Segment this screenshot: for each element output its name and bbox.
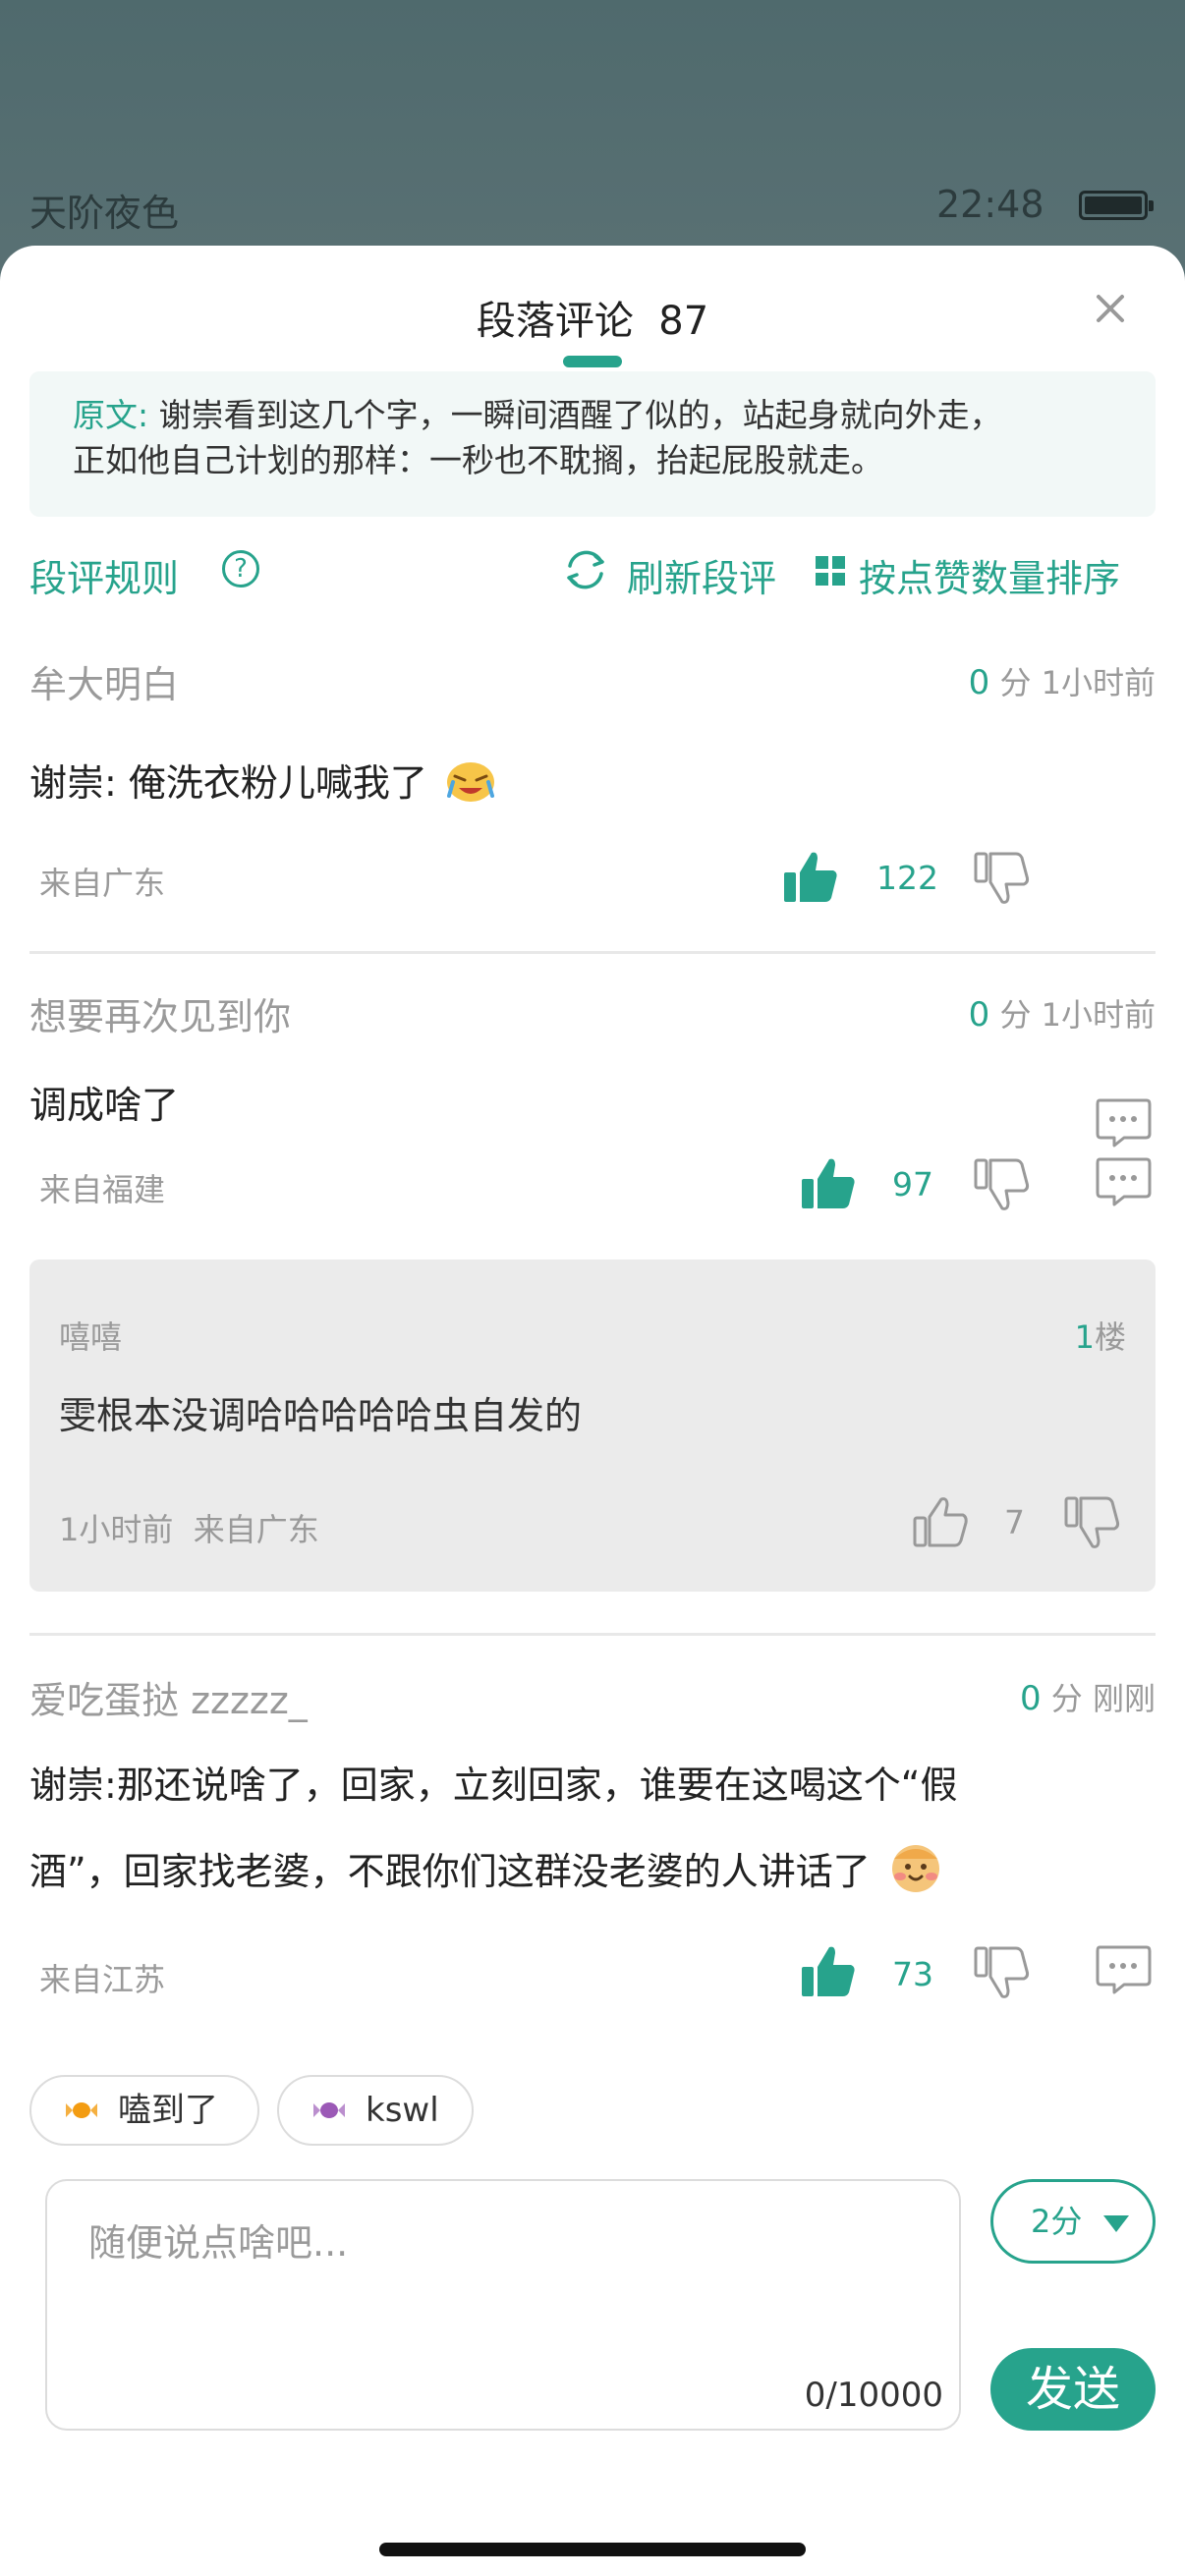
- divider: [29, 951, 1156, 954]
- refresh-comments-button[interactable]: 刷新段评: [627, 548, 776, 602]
- score-dropdown-label: 2分: [1031, 2203, 1083, 2240]
- sheet-title: 段落评论 87: [0, 289, 1185, 346]
- chip-kswl[interactable]: kswl: [277, 2075, 474, 2146]
- comment-3-score: 0: [1019, 1679, 1042, 1718]
- tiger-emoji: [891, 1845, 939, 1892]
- comment-3-location: 来自江苏: [39, 1961, 166, 1998]
- comment-3-like-count: 73: [892, 1955, 933, 1993]
- comment-1-meta: 0 分 1小时前: [969, 658, 1156, 703]
- like-outline-icon[interactable]: [912, 1495, 969, 1548]
- comment-1-text: 谢崇: 俺洗衣粉儿喊我了: [29, 761, 427, 805]
- comment-2-meta: 0 分 1小时前: [969, 990, 1156, 1036]
- comment-icon[interactable]: [1095, 1155, 1152, 1208]
- char-counter: 0/10000: [804, 2376, 943, 2415]
- status-time: 22:48: [936, 183, 1044, 226]
- rules-link[interactable]: 段评规则: [29, 548, 179, 602]
- reply-floor-unit: 楼: [1094, 1318, 1126, 1356]
- reply-box[interactable]: 嘻嘻 1楼 雯根本没调哈哈哈哈哈虫自发的 1小时前 来自广东 7: [29, 1260, 1156, 1592]
- comment-2-location: 来自福建: [39, 1171, 166, 1208]
- comment-composer: 0/10000: [45, 2179, 961, 2431]
- comment-2-body: 调成啥了: [29, 1084, 180, 1127]
- comment-2-like-count: 97: [892, 1165, 933, 1204]
- reply-meta: 1小时前 来自广东: [59, 1505, 319, 1550]
- comment-2-user[interactable]: 想要再次见到你: [29, 986, 291, 1040]
- home-indicator: [379, 2543, 806, 2556]
- sort-by-likes-button[interactable]: 按点赞数量排序: [859, 548, 1120, 602]
- comment-3-time: 刚刚: [1092, 1680, 1156, 1717]
- comment-3-score-unit: 分: [1050, 1680, 1083, 1717]
- divider: [29, 1633, 1156, 1636]
- comment-1-location: 来自广东: [39, 865, 166, 902]
- comment-icon[interactable]: [1095, 1096, 1152, 1149]
- triangle-down-icon: [1103, 2215, 1129, 2232]
- reply-time: 1小时前: [59, 1511, 174, 1548]
- quote-label: 原文:: [73, 396, 149, 434]
- tab-indicator: [563, 356, 622, 367]
- comment-1-like-count: 122: [876, 859, 938, 897]
- reply-user[interactable]: 嘻嘻: [59, 1313, 122, 1358]
- dislike-icon[interactable]: [973, 1157, 1030, 1210]
- comment-count: 87: [658, 299, 709, 344]
- book-title: 天阶夜色: [29, 192, 180, 235]
- original-text-quote: 原文: 谢崇看到这几个字，一瞬间酒醒了似的，站起身就向外走， 正如他自己计划的那…: [29, 371, 1156, 517]
- like-filled-icon[interactable]: [800, 1945, 857, 1998]
- dislike-icon[interactable]: [973, 851, 1030, 904]
- dislike-icon[interactable]: [1063, 1495, 1120, 1548]
- dislike-icon[interactable]: [973, 1945, 1030, 1998]
- send-button[interactable]: 发送: [990, 2348, 1156, 2431]
- help-icon[interactable]: ?: [222, 550, 259, 588]
- comment-1-body: 谢崇: 俺洗衣粉儿喊我了: [29, 753, 496, 807]
- quote-text-line2: 正如他自己计划的那样：一秒也不耽搁，抬起屁股就走。: [73, 441, 883, 479]
- comment-1-time: 1小时前: [1041, 664, 1156, 701]
- comment-1-score: 0: [968, 663, 990, 702]
- crying-laughing-emoji: [446, 762, 494, 802]
- comment-3-text-line2: 酒”，回家找老婆，不跟你们这群没老婆的人讲话了: [29, 1850, 871, 1893]
- candy-purple-icon: [313, 2102, 345, 2118]
- reply-location: 来自广东: [193, 1511, 319, 1548]
- chip-kedaole-label: 嗑到了: [118, 2091, 218, 2130]
- comment-1-user[interactable]: 牟大明白: [29, 654, 179, 708]
- comment-2-score-unit: 分: [999, 996, 1032, 1034]
- like-filled-icon[interactable]: [800, 1157, 857, 1210]
- comment-sheet: 段落评论 87 原文: 谢崇看到这几个字，一瞬间酒醒了似的，站起身就向外走， 正…: [0, 246, 1185, 2576]
- refresh-icon[interactable]: [560, 544, 611, 595]
- grid-sort-icon: [816, 556, 845, 586]
- comment-icon[interactable]: [1095, 1943, 1152, 1996]
- battery-icon: [1079, 191, 1154, 220]
- comment-3-user[interactable]: 爱吃蛋挞 zzzzz_: [29, 1670, 308, 1724]
- candy-orange-icon: [66, 2102, 97, 2118]
- comment-1-score-unit: 分: [999, 664, 1032, 701]
- reply-floor: 1楼: [1075, 1313, 1126, 1358]
- close-icon[interactable]: [1091, 289, 1130, 328]
- chip-kedaole[interactable]: 嗑到了: [29, 2075, 259, 2146]
- quote-text-line1: 谢崇看到这几个字，一瞬间酒醒了似的，站起身就向外走，: [158, 396, 1002, 434]
- comment-2-time: 1小时前: [1041, 996, 1156, 1034]
- sheet-title-label: 段落评论: [476, 299, 634, 344]
- comment-2-score: 0: [968, 995, 990, 1035]
- comment-3-body-line1: 谢崇:那还说啥了，回家，立刻回家，谁要在这喝这个“假: [29, 1764, 958, 1807]
- reply-body: 雯根本没调哈哈哈哈哈虫自发的: [59, 1394, 583, 1437]
- like-filled-icon[interactable]: [782, 851, 839, 904]
- chip-kswl-label: kswl: [366, 2091, 439, 2130]
- reply-like-count: 7: [1004, 1503, 1025, 1541]
- comment-3-meta: 0 分 刚刚: [1020, 1674, 1156, 1719]
- reply-floor-number: 1: [1074, 1318, 1095, 1356]
- comment-3-body-line2: 酒”，回家找老婆，不跟你们这群没老婆的人讲话了: [29, 1837, 945, 1895]
- comment-input[interactable]: [86, 2211, 916, 2362]
- score-dropdown[interactable]: 2分: [990, 2179, 1156, 2264]
